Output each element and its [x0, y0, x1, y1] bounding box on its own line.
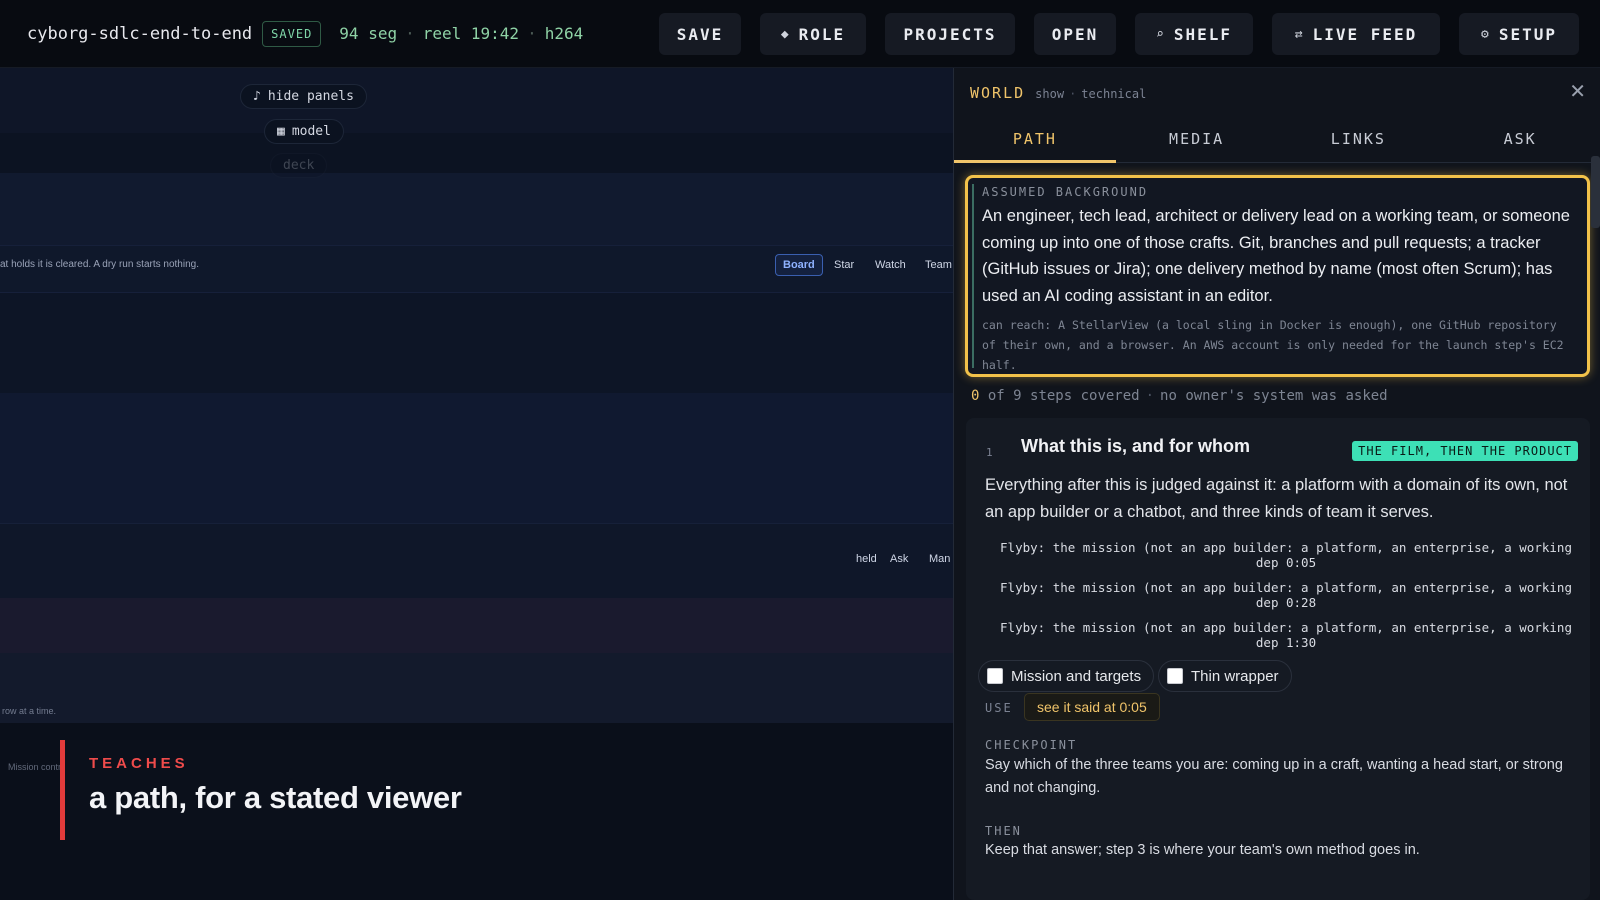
save-label: SAVE — [676, 24, 724, 44]
video-tab-board: Board — [775, 254, 823, 276]
music-icon: ♪ — [253, 89, 261, 104]
checkbox-box[interactable] — [1167, 668, 1183, 684]
open-button[interactable]: OPEN — [1034, 13, 1116, 55]
video-footer-text: row at a time. — [2, 706, 57, 716]
video-band — [0, 68, 953, 133]
pin-icon: ⌕ — [1156, 26, 1164, 42]
checkbox-box[interactable] — [987, 668, 1003, 684]
video-tab-team: Team — [925, 259, 952, 271]
world-sub-show: show — [1035, 87, 1065, 101]
step-number: 1 — [986, 446, 993, 459]
video-tab-man: Man — [929, 553, 951, 565]
step-card: 1 What this is, and for whom THE FILM, T… — [966, 418, 1590, 900]
ghost-label: deck — [283, 158, 315, 173]
flyby-link[interactable]: Flyby: the mission (not an app builder: … — [996, 580, 1576, 610]
step-badge: THE FILM, THEN THE PRODUCT — [1352, 441, 1578, 461]
checkpoint-label: CHECKPOINT — [985, 738, 1078, 752]
hide-panels-label: hide panels — [267, 89, 354, 104]
grid-icon: ▦ — [277, 124, 285, 139]
world-sub-mode: technical — [1081, 87, 1147, 101]
gear-icon: ⚙ — [1481, 26, 1489, 42]
checkpoint-text: Say which of the three teams you are: co… — [985, 757, 1563, 796]
video-band — [0, 523, 953, 598]
saved-badge: SAVED — [262, 20, 322, 47]
then-label: THEN — [985, 824, 1022, 838]
meta-separator: · — [527, 24, 537, 43]
flyby-link[interactable]: Flyby: the mission (not an app builder: … — [996, 620, 1576, 650]
video-tab-watch: Watch — [875, 259, 906, 271]
coverage-status: 0 of 9 steps covered · no owner's system w… — [971, 388, 1388, 404]
assumed-background-label: ASSUMED BACKGROUND — [982, 185, 1149, 199]
steps-covered-count: 0 — [971, 388, 980, 404]
project-name: cyborg-sdlc-end-to-end — [27, 23, 253, 44]
setup-button[interactable]: ⚙ SETUP — [1459, 13, 1579, 55]
coverage-separator: · — [1145, 388, 1155, 404]
video-band — [0, 653, 953, 723]
codec-label: h264 — [544, 24, 584, 43]
role-label: ROLE — [798, 24, 846, 44]
world-panel: WORLD show · technical ✕ PATH MEDIA LINKS … — [953, 68, 1600, 900]
reel-meta: 94 seg · reel 19:42 · h264 — [339, 24, 583, 43]
step-body: Everything after this is judged against … — [985, 476, 1568, 521]
open-label: OPEN — [1051, 24, 1099, 44]
ghost-pill: deck — [270, 153, 328, 178]
panel-tabs: PATH MEDIA LINKS ASK — [954, 116, 1600, 163]
video-band — [0, 393, 953, 523]
meta-separator: · — [405, 24, 415, 43]
teaches-card: TEACHES a path, for a stated viewer — [60, 740, 510, 840]
world-title: WORLD — [970, 84, 1026, 102]
tab-links[interactable]: LINKS — [1278, 116, 1440, 162]
checkbox-label: Mission and targets — [1011, 667, 1142, 685]
live-feed-label: LIVE FEED — [1312, 24, 1418, 44]
diamond-icon: ◆ — [780, 26, 789, 42]
world-subtitle: show · technical — [1035, 87, 1146, 101]
video-band — [0, 133, 953, 173]
hide-panels-button[interactable]: ♪ hide panels — [240, 84, 367, 109]
panel-header: WORLD show · technical — [970, 84, 1146, 102]
swap-icon: ⇄ — [1294, 26, 1303, 42]
top-bar: cyborg-sdlc-end-to-end SAVED 94 seg · reel… — [0, 0, 1600, 68]
assumed-background-card: ASSUMED BACKGROUND An engineer, tech lea… — [965, 175, 1590, 377]
can-reach-text: can reach: A StellarView (a local sling … — [982, 318, 1564, 372]
segment-count: 94 seg — [339, 24, 398, 43]
video-tab-ask: Ask — [890, 553, 909, 565]
video-caption-line: at holds it is cleared. A dry run starts… — [0, 259, 199, 270]
video-band — [0, 173, 953, 245]
video-band — [0, 293, 953, 393]
shelf-button[interactable]: ⌕ SHELF — [1135, 13, 1253, 55]
save-button[interactable]: SAVE — [659, 13, 741, 55]
video-band — [0, 598, 953, 653]
panel-scrollbar[interactable] — [1591, 156, 1600, 228]
flyby-link[interactable]: Flyby: the mission (not an app builder: … — [996, 540, 1576, 570]
video-tab-held: held — [856, 553, 877, 565]
step-title: What this is, and for whom — [1021, 436, 1250, 456]
checkbox-mission-and-targets[interactable]: Mission and targets — [978, 660, 1155, 692]
coverage-note: no owner's system was asked — [1160, 388, 1388, 404]
checkbox-label: Thin wrapper — [1191, 667, 1279, 685]
steps-covered-text: of 9 steps covered — [987, 388, 1140, 404]
projects-button[interactable]: PROJECTS — [885, 13, 1015, 55]
then-text: Keep that answer; step 3 is where your t… — [985, 842, 1420, 858]
role-button[interactable]: ◆ ROLE — [760, 13, 866, 55]
tab-ask[interactable]: ASK — [1439, 116, 1600, 162]
video-tab-star: Star — [834, 259, 855, 271]
projects-label: PROJECTS — [903, 24, 997, 44]
assumed-background-text: An engineer, tech lead, architect or del… — [982, 207, 1570, 305]
use-label: USE — [985, 701, 1013, 715]
tab-media[interactable]: MEDIA — [1116, 116, 1278, 162]
model-button[interactable]: ▦ model — [264, 119, 344, 144]
world-sub-separator: · — [1069, 87, 1077, 101]
see-it-said-button[interactable]: see it said at 0:05 — [1024, 693, 1160, 721]
teaches-title: a path, for a stated viewer — [89, 780, 462, 815]
checkbox-thin-wrapper[interactable]: Thin wrapper — [1158, 660, 1292, 692]
tab-path[interactable]: PATH — [954, 116, 1116, 163]
setup-label: SETUP — [1498, 24, 1557, 44]
model-label: model — [291, 124, 331, 139]
shelf-label: SHELF — [1173, 24, 1232, 44]
teaches-label: TEACHES — [89, 755, 189, 772]
close-icon[interactable]: ✕ — [1569, 82, 1586, 102]
reel-length: reel 19:42 — [422, 24, 520, 43]
live-feed-button[interactable]: ⇄ LIVE FEED — [1272, 13, 1440, 55]
